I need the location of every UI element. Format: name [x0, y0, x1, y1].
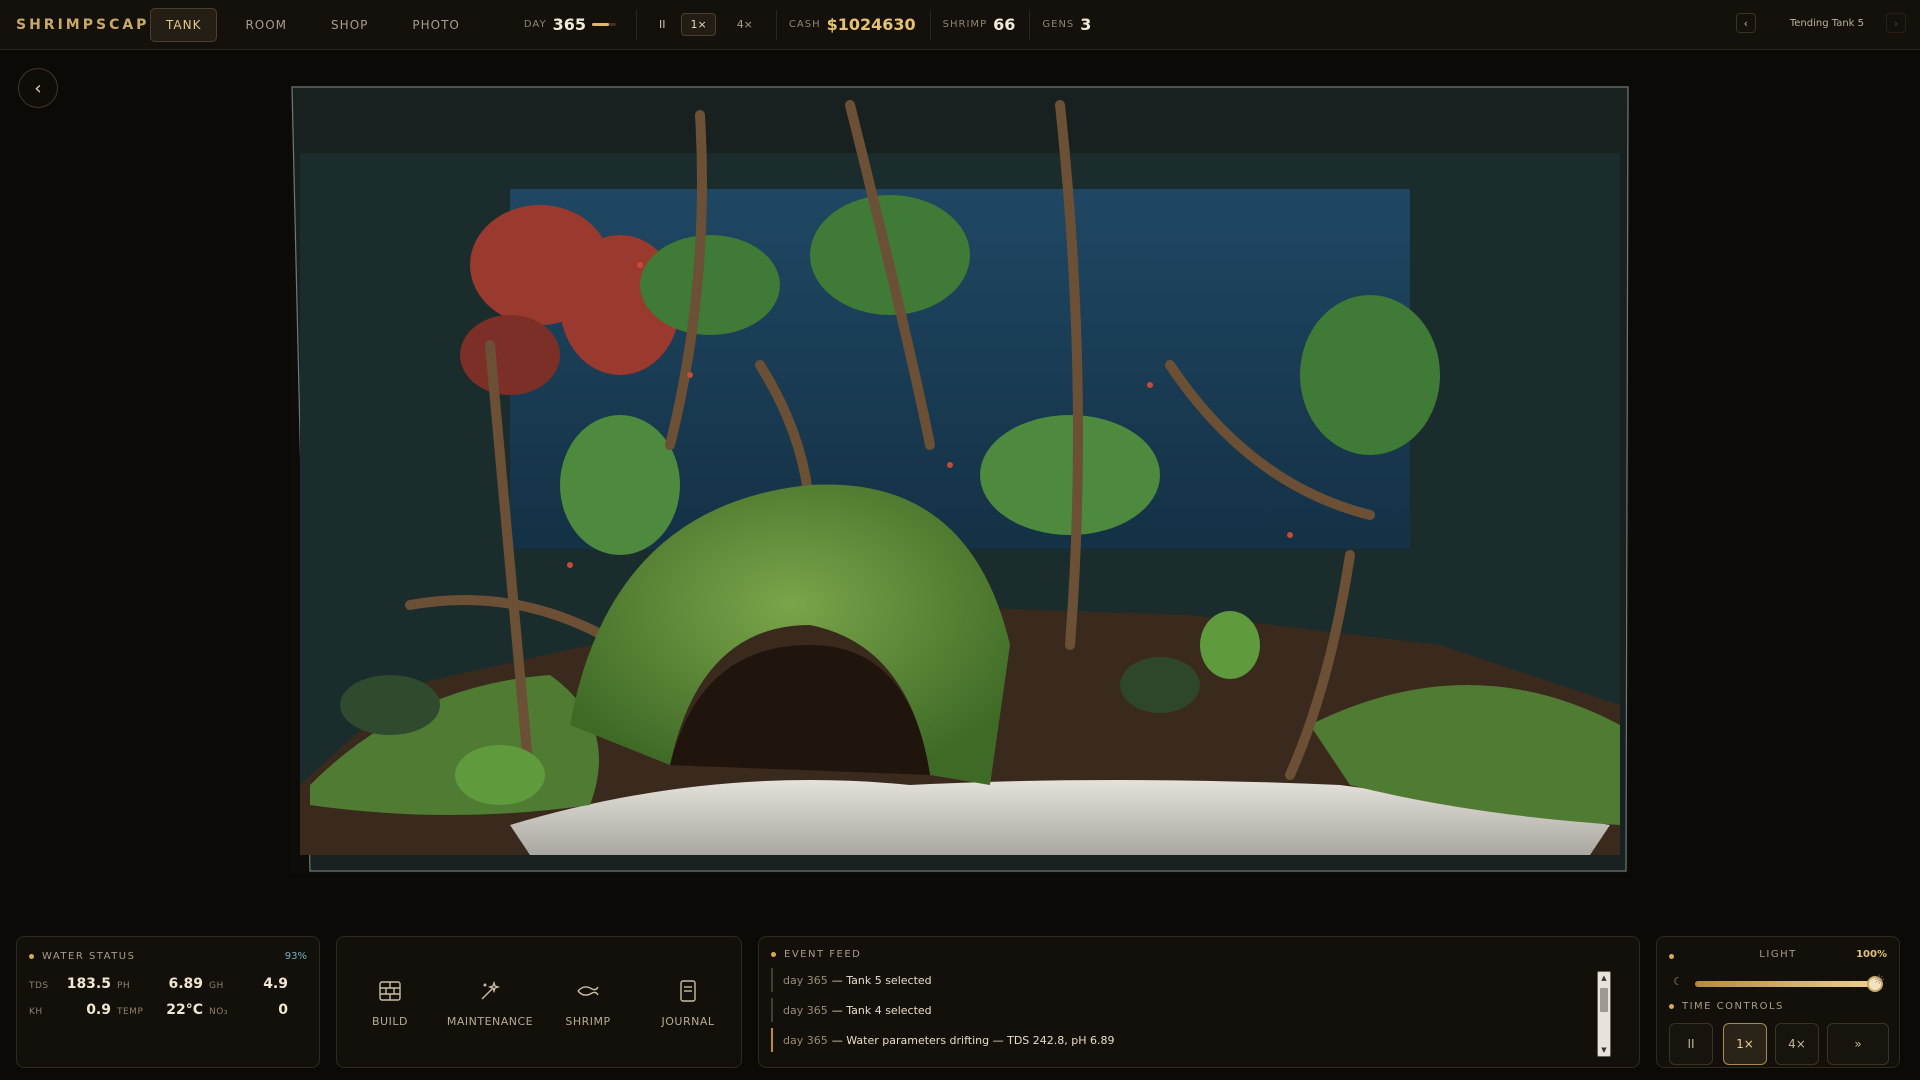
event-feed-title: EVENT FEED: [771, 949, 1627, 960]
shrimp-label: SHRIMP: [942, 19, 988, 30]
light-time-panel: LIGHT 100% ☾ ☼ TIME CONTROLS II 1× 4× »: [1656, 936, 1900, 1068]
brick-icon: [345, 977, 435, 1005]
tc-speed-4x-button[interactable]: 4×: [1775, 1023, 1819, 1065]
no3-value: 0: [278, 1002, 288, 1018]
list-item: day 365— Water parameters drifting — TDS…: [771, 1028, 1627, 1052]
gens-label: GENS: [1042, 19, 1075, 30]
next-tank-button[interactable]: ›: [1886, 13, 1906, 33]
app-brand: SHRIMPSCAPE: [16, 16, 162, 33]
maintenance-button[interactable]: MAINTENANCE: [445, 977, 535, 1028]
shrimp-value: 66: [993, 15, 1016, 34]
dark-plant-right: [1120, 657, 1200, 713]
tab-shop[interactable]: SHOP: [315, 8, 384, 42]
divider: [1029, 9, 1031, 40]
time-controls-title: TIME CONTROLS: [1669, 1001, 1784, 1012]
list-item: day 365— Tank 5 selected: [771, 968, 1627, 992]
sun-icon: ☼: [1873, 973, 1885, 988]
tds-label: TDS: [29, 981, 49, 991]
tending-label: Tending Tank 5: [1789, 17, 1864, 29]
top-bar: SHRIMPSCAPE TANK ROOM SHOP PHOTO DAY 365…: [0, 0, 1920, 50]
light-percent: 100%: [1856, 949, 1887, 960]
scroll-thumb[interactable]: [1600, 988, 1608, 1012]
kh-value: 0.9: [86, 1002, 111, 1018]
event-feed-panel: EVENT FEED day 365— Tank 5 selected day …: [758, 936, 1640, 1068]
ph-value: 6.89: [168, 976, 203, 992]
light-slider-fill: [1695, 981, 1875, 987]
journal-button[interactable]: JOURNAL: [643, 977, 733, 1028]
dark-plant-left: [340, 675, 440, 735]
scroll-up-icon[interactable]: ▲: [1598, 972, 1610, 984]
water-status-panel: WATER STATUS 93% TDS 183.5 PH 6.89 GH 4.…: [16, 936, 320, 1068]
temp-label: TEMP: [117, 1007, 144, 1017]
fern-right: [1200, 611, 1260, 679]
gens-value: 3: [1080, 15, 1092, 34]
tab-room[interactable]: ROOM: [229, 8, 303, 42]
speed-1x-button[interactable]: 1×: [681, 13, 716, 36]
tank-navigator: ‹ Tending Tank 5 ›: [1735, 13, 1906, 33]
journal-icon: [643, 977, 733, 1005]
magic-wand-icon: [445, 977, 535, 1005]
app-root: SHRIMPSCAPE TANK ROOM SHOP PHOTO DAY 365…: [0, 0, 1920, 1080]
gh-label: GH: [209, 981, 224, 991]
water-quality-percent: 93%: [284, 951, 307, 962]
list-item: day 365— Tank 4 selected: [771, 998, 1627, 1022]
fern-left: [455, 745, 545, 805]
tc-pause-button[interactable]: II: [1669, 1023, 1713, 1065]
shrimp-button[interactable]: SHRIMP: [543, 977, 633, 1028]
tab-tank[interactable]: TANK: [150, 7, 218, 42]
tab-photo[interactable]: PHOTO: [396, 8, 475, 42]
gh-value: 4.9: [263, 976, 288, 992]
divider: [929, 9, 931, 40]
divider: [635, 9, 637, 40]
aquarium-scene[interactable]: [290, 85, 1630, 873]
cash-label: CASH: [788, 19, 821, 30]
actions-panel: BUILD MAINTENANCE SHRIMP JOURNAL: [336, 936, 742, 1068]
tc-speed-1x-button[interactable]: 1×: [1723, 1023, 1767, 1065]
prev-tank-button[interactable]: ‹: [1735, 13, 1756, 33]
day-progress-bar: [591, 23, 616, 26]
speed-4x-button[interactable]: 4×: [728, 13, 762, 36]
moon-icon: ☾: [1673, 975, 1683, 988]
tc-skip-button[interactable]: »: [1827, 1023, 1889, 1065]
event-feed-list: day 365— Tank 5 selected day 365— Tank 4…: [771, 968, 1627, 1052]
temp-value: 22°C: [166, 1002, 203, 1018]
day-value: 365: [552, 15, 586, 34]
shrimp-icon: [543, 977, 633, 1005]
scroll-down-icon[interactable]: ▼: [1598, 1044, 1610, 1056]
water-params-grid: TDS 183.5 PH 6.89 GH 4.9 KH 0.9 TEMP 22°…: [29, 976, 307, 1018]
tds-value: 183.5: [66, 976, 111, 992]
cash-value: $1024630: [826, 15, 916, 34]
day-label: DAY: [523, 19, 547, 30]
kh-label: KH: [29, 1007, 43, 1017]
pause-button[interactable]: II: [659, 18, 666, 31]
feed-scrollbar[interactable]: ▲ ▼: [1597, 971, 1611, 1057]
light-slider[interactable]: [1695, 976, 1883, 992]
divider: [775, 9, 777, 40]
ph-label: PH: [117, 981, 131, 991]
build-button[interactable]: BUILD: [345, 977, 435, 1028]
back-button[interactable]: ‹: [18, 68, 58, 108]
day-progress-fill: [591, 23, 609, 26]
no3-label: NO₃: [209, 1007, 228, 1017]
water-status-title: WATER STATUS: [29, 951, 135, 962]
